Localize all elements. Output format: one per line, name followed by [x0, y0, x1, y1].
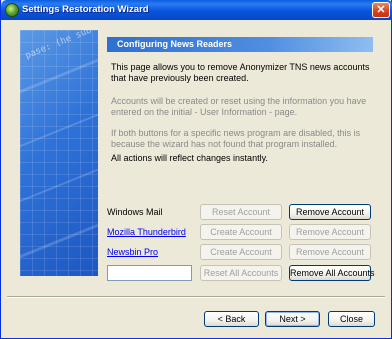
info-paragraph-accounts: Accounts will be created or reset using … [111, 96, 367, 117]
wizard-side-image: pase: (he sub [20, 30, 98, 276]
app-icon [5, 3, 19, 17]
info-paragraph-instant: All actions will reflect changes instant… [111, 153, 268, 163]
back-button[interactable]: < Back [204, 311, 259, 327]
create-account-button-newsbin[interactable]: Create Account [200, 244, 282, 260]
wizard-window: Settings Restoration Wizard ✕ pase: (he … [0, 0, 392, 339]
footer-divider [7, 296, 385, 298]
status-field[interactable] [107, 265, 192, 281]
close-window-button[interactable]: ✕ [372, 2, 390, 18]
remove-account-button-thunderbird[interactable]: Remove Account [289, 224, 371, 240]
page-title: Configuring News Readers [117, 39, 233, 49]
info-paragraph-disabled: If both buttons for a specific news prog… [111, 128, 361, 149]
page-header: Configuring News Readers [107, 37, 373, 52]
news-program-link-newsbin[interactable]: Newsbin Pro [107, 247, 158, 257]
window-title: Settings Restoration Wizard [22, 4, 149, 15]
remove-account-button-windows-mail[interactable]: Remove Account [289, 204, 371, 220]
reset-account-button-windows-mail[interactable]: Reset Account [200, 204, 282, 220]
news-program-link-thunderbird[interactable]: Mozilla Thunderbird [107, 227, 186, 237]
remove-all-accounts-button[interactable]: Remove All Accounts [289, 265, 375, 281]
title-bar[interactable]: Settings Restoration Wizard ✕ [1, 0, 392, 20]
news-program-label-windows-mail: Windows Mail [107, 207, 163, 217]
next-button[interactable]: Next > [265, 311, 320, 327]
intro-paragraph: This page allows you to remove Anonymize… [111, 62, 370, 83]
close-button[interactable]: Close [328, 311, 375, 327]
create-account-button-thunderbird[interactable]: Create Account [200, 224, 282, 240]
remove-account-button-newsbin[interactable]: Remove Account [289, 244, 371, 260]
reset-all-accounts-button[interactable]: Reset All Accounts [200, 265, 282, 281]
